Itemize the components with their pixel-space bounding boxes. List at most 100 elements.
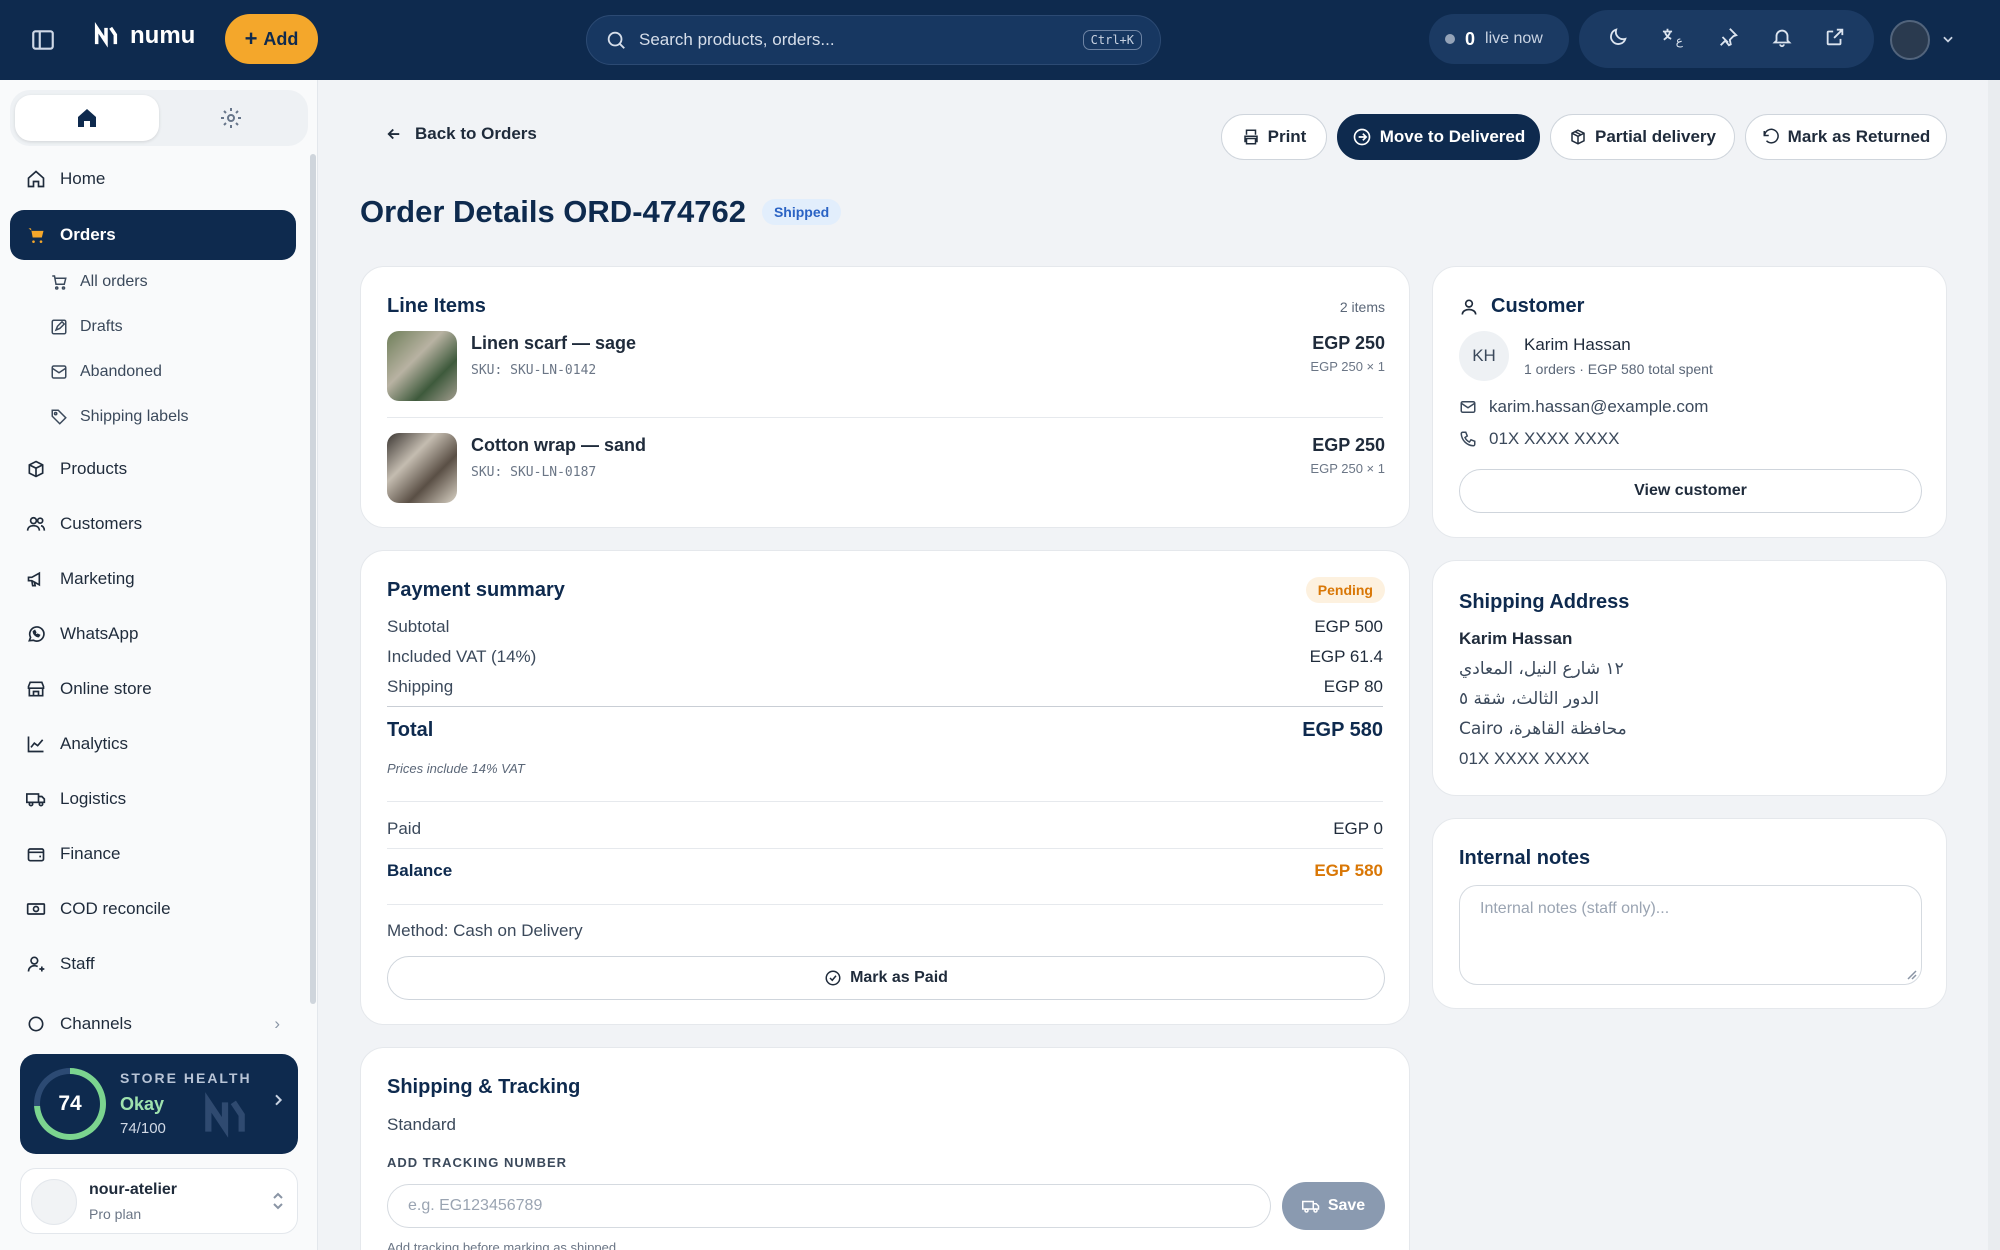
check-circle-icon <box>825 970 841 986</box>
save-label: Save <box>1327 1197 1366 1214</box>
chart-icon <box>27 736 44 753</box>
move-to-delivered-button[interactable]: Move to Delivered <box>1337 114 1540 160</box>
customer-header: Customer <box>1459 295 1584 318</box>
sidebar-subitem-all-orders[interactable]: All orders <box>50 262 148 302</box>
divider <box>387 706 1383 707</box>
back-to-orders-link[interactable]: Back to Orders <box>385 124 537 144</box>
vat-label: Included VAT (14%) <box>387 647 537 666</box>
sidebar-item-label: WhatsApp <box>60 624 139 643</box>
settings-tab[interactable] <box>159 95 303 141</box>
gear-icon <box>221 108 241 128</box>
sidebar-item-staff[interactable]: Staff <box>10 939 296 989</box>
truck-icon <box>26 793 46 807</box>
sidebar-subitem-drafts[interactable]: Drafts <box>50 307 123 347</box>
tracking-hint: Add tracking before marking as shipped <box>387 1240 617 1250</box>
sidebar-scrollbar[interactable] <box>310 154 316 1004</box>
app-logo[interactable]: numu <box>92 22 195 50</box>
arrow-circle-right-icon <box>1353 128 1371 146</box>
logo-text: numu <box>130 22 196 49</box>
sidebar-item-online-store[interactable]: Online store <box>10 664 296 714</box>
channels-icon <box>28 1016 44 1032</box>
line-items-card: Line Items 2 items Linen scarf — sage SK… <box>360 266 1410 528</box>
sidebar-item-marketing[interactable]: Marketing <box>10 554 296 604</box>
sidebar-item-customers[interactable]: Customers <box>10 499 296 549</box>
wallet-icon <box>27 848 45 862</box>
product-qty: EGP 250 × 1 <box>1310 461 1385 476</box>
total-row: Total EGP 580 <box>387 719 1383 742</box>
home-tab[interactable] <box>15 95 159 141</box>
translate-icon[interactable]: ع <box>1660 26 1686 53</box>
chevron-down-icon[interactable] <box>1941 32 1955 51</box>
mark-as-returned-button[interactable]: Mark as Returned <box>1745 114 1947 160</box>
printer-icon <box>1243 129 1258 145</box>
chevron-up-down-icon <box>271 1191 285 1216</box>
cart-icon <box>28 228 44 243</box>
sidebar-item-orders[interactable]: Orders <box>10 210 296 260</box>
sidebar-item-cod-reconcile[interactable]: COD reconcile <box>10 884 296 934</box>
customer-email-row[interactable]: karim.hassan@example.com <box>1459 397 1708 417</box>
mark-as-paid-button[interactable]: Mark as Paid <box>387 956 1385 1000</box>
back-label: Back to Orders <box>415 124 537 143</box>
store-plan: Pro plan <box>89 1206 142 1222</box>
user-avatar[interactable] <box>1890 20 1930 60</box>
customer-title: Customer <box>1491 295 1585 317</box>
sidebar-item-finance[interactable]: Finance <box>10 829 296 879</box>
sidebar-item-label: Orders <box>60 225 116 244</box>
page-scrollbar[interactable] <box>1988 80 2000 1250</box>
sidebar-item-analytics[interactable]: Analytics <box>10 719 296 769</box>
moon-icon[interactable] <box>1607 26 1629 53</box>
product-name[interactable]: Cotton wrap — sand <box>471 435 646 456</box>
sidebar-item-logistics[interactable]: Logistics <box>10 774 296 824</box>
sidebar-item-home[interactable]: Home <box>10 154 296 204</box>
product-sku: SKU: SKU-LN-0187 <box>471 465 597 480</box>
returned-label: Mark as Returned <box>1787 127 1931 146</box>
product-name[interactable]: Linen scarf — sage <box>471 333 636 354</box>
pin-icon[interactable] <box>1717 26 1739 53</box>
internal-notes-textarea[interactable]: Internal notes (staff only)... <box>1459 885 1922 985</box>
svg-text:ع: ع <box>1676 33 1683 47</box>
external-link-icon[interactable] <box>1824 26 1846 53</box>
product-qty: EGP 250 × 1 <box>1310 359 1385 374</box>
sidebar-subitem-abandoned[interactable]: Abandoned <box>50 352 162 392</box>
view-customer-label: View customer <box>1634 482 1747 499</box>
vat-row: Included VAT (14%) EGP 61.4 <box>387 647 1383 667</box>
view-customer-button[interactable]: View customer <box>1459 469 1922 513</box>
internal-notes-card: Internal notes Internal notes (staff onl… <box>1432 818 1947 1009</box>
sidebar-subitem-label: Abandoned <box>80 363 162 380</box>
sidebar-item-products[interactable]: Products <box>10 444 296 494</box>
store-health-card[interactable]: 74 STORE HEALTH Okay 74/100 <box>20 1054 298 1154</box>
customer-phone-row[interactable]: 01X XXXX XXXX <box>1459 429 1619 449</box>
live-visitors[interactable]: 0 live now <box>1429 14 1569 64</box>
add-button[interactable]: + Add <box>225 14 318 64</box>
product-thumbnail[interactable] <box>387 433 457 503</box>
product-thumbnail[interactable] <box>387 331 457 401</box>
line-items-count: 2 items <box>1339 299 1385 315</box>
customer-name[interactable]: Karim Hassan <box>1524 335 1631 355</box>
sidebar-subitem-label: All orders <box>80 273 148 290</box>
payment-status-badge: Pending <box>1305 577 1385 603</box>
bell-icon[interactable] <box>1771 26 1793 53</box>
phone-icon <box>1460 431 1476 447</box>
top-bar: numu + Add Search products, orders... Ct… <box>0 0 2000 80</box>
partial-label: Partial delivery <box>1595 127 1716 146</box>
search-bar[interactable]: Search products, orders... Ctrl+K <box>586 15 1161 65</box>
add-label: Add <box>263 28 299 49</box>
sidebar-item-channels[interactable]: Channels › <box>10 994 296 1034</box>
save-tracking-button[interactable]: Save <box>1282 1182 1385 1230</box>
live-count: 0 <box>1465 28 1476 49</box>
sidebar-toggle-icon[interactable] <box>30 27 60 53</box>
resize-handle-icon[interactable] <box>1907 970 1917 980</box>
cash-icon <box>26 903 46 915</box>
payment-summary-card: Payment summary Pending Subtotal EGP 500 … <box>360 550 1410 1025</box>
line-items-title: Line Items <box>387 295 486 317</box>
sidebar-segment-control <box>10 90 308 146</box>
sidebar-subitem-shipping-labels[interactable]: Shipping labels <box>50 397 189 437</box>
partial-delivery-button[interactable]: Partial delivery <box>1550 114 1735 160</box>
sidebar-item-label: Home <box>60 169 106 188</box>
store-switcher[interactable]: nour-atelier Pro plan <box>20 1168 298 1234</box>
print-button[interactable]: Print <box>1221 114 1327 160</box>
vat-note: Prices include 14% VAT <box>387 761 525 776</box>
sidebar-item-whatsapp[interactable]: WhatsApp <box>10 609 296 659</box>
user-icon <box>1461 299 1477 315</box>
tracking-input[interactable]: e.g. EG123456789 <box>387 1184 1271 1228</box>
